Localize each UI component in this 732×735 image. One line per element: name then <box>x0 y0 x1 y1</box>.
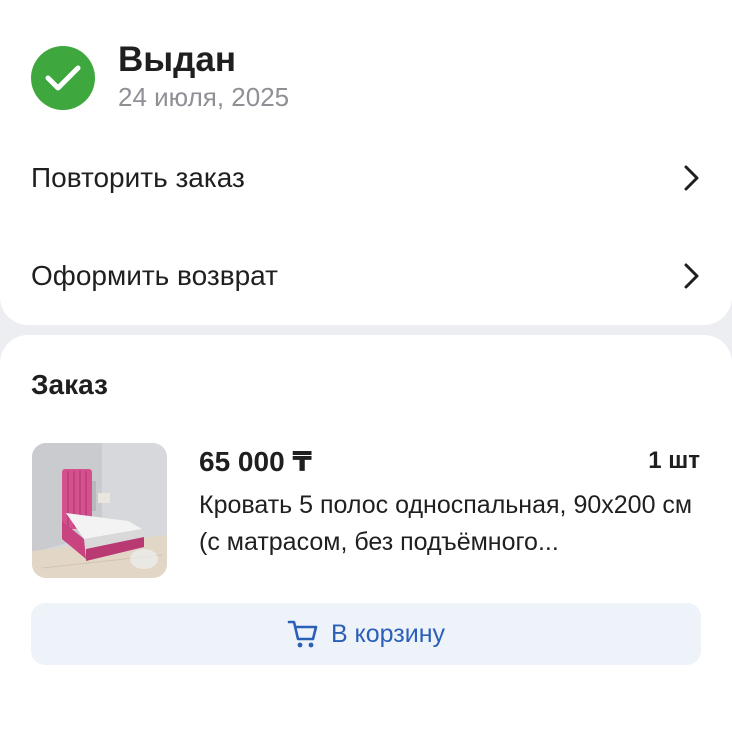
status-date: 24 июля, 2025 <box>118 82 290 112</box>
add-to-cart-label: В корзину <box>330 619 446 648</box>
product-quantity: 1 шт <box>648 447 700 474</box>
product-image[interactable] <box>32 443 167 578</box>
chevron-right-icon <box>684 263 699 289</box>
cart-icon <box>287 620 318 648</box>
order-card: Заказ 65 000 ₸ 1 шт Кровать 5 полос одно… <box>0 335 732 735</box>
check-circle-icon <box>31 46 95 110</box>
chevron-right-icon <box>684 165 699 191</box>
product-price: 65 000 ₸ <box>199 446 312 477</box>
section-title: Заказ <box>31 369 108 400</box>
repeat-order-label: Повторить заказ <box>31 162 245 193</box>
add-to-cart-button[interactable]: В корзину <box>31 603 701 665</box>
order-status-card: Выдан 24 июля, 2025 Повторить заказ Офор… <box>0 0 732 325</box>
status-title: Выдан <box>118 40 236 79</box>
return-order-label: Оформить возврат <box>31 260 278 291</box>
repeat-order-button[interactable]: Повторить заказ <box>31 148 701 208</box>
return-order-button[interactable]: Оформить возврат <box>31 246 701 306</box>
product-name[interactable]: Кровать 5 полос односпальная, 90х200 см … <box>199 487 704 561</box>
